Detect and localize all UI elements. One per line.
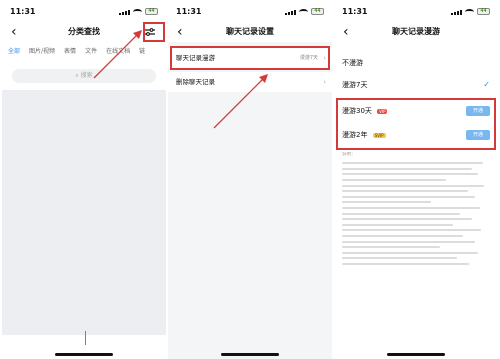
screen-chat-roaming: 11:31 44 ‹ 聊天记录漫游 不漫游 漫游7天 ✓ 漫游30天 VIP 开… — [334, 0, 498, 359]
category-tabs: 全部 图片/视频 表情 文件 在线文档 链 — [8, 46, 166, 58]
status-bar: 11:31 44 — [334, 7, 498, 17]
wifi-icon — [133, 9, 142, 15]
tab-images-videos[interactable]: 图片/视频 — [29, 46, 55, 58]
page-title: 聊天记录设置 — [226, 27, 274, 36]
highlight-box — [143, 22, 165, 42]
search-placeholder: 搜索 — [80, 72, 93, 79]
signal-icon — [285, 10, 296, 15]
nav-bar: ‹ 分类查找 — [2, 24, 166, 42]
status-bar: 11:31 44 — [168, 7, 332, 17]
tab-links[interactable]: 链 — [139, 46, 145, 58]
home-indicator — [221, 353, 279, 356]
option-label: 不漫游 — [342, 59, 363, 67]
highlight-box — [170, 46, 330, 70]
chevron-right-icon: › — [323, 78, 326, 86]
wifi-icon — [465, 9, 474, 15]
signal-icon — [119, 10, 130, 15]
status-time: 11:31 — [10, 7, 36, 16]
row-label: 删除聊天记录 — [176, 78, 215, 86]
battery-icon: 44 — [477, 8, 490, 15]
signal-icon — [451, 10, 462, 15]
screen-chat-record-settings: 11:31 44 ‹ 聊天记录设置 聊天记录漫游 漫游7天 › 删除聊天记录 › — [168, 0, 332, 359]
page-title: 聊天记录漫游 — [392, 27, 440, 36]
search-icon: ⌕ — [75, 72, 79, 79]
wifi-icon — [299, 9, 308, 15]
results-area — [2, 90, 166, 335]
status-time: 11:31 — [176, 7, 202, 16]
tab-all[interactable]: 全部 — [8, 46, 20, 58]
page-title: 分类查找 — [68, 27, 100, 36]
nav-bar: ‹ 聊天记录漫游 — [334, 24, 498, 42]
home-indicator — [55, 353, 113, 356]
search-input[interactable]: ⌕ 搜索 — [12, 69, 156, 83]
tab-online-docs[interactable]: 在线文档 — [106, 46, 130, 58]
battery-icon: 44 — [311, 8, 324, 15]
screen-category-search: 11:31 44 ‹ 分类查找 全部 图片/视频 表情 文件 在线文档 链 ⌕ … — [2, 0, 166, 359]
tab-emoji[interactable]: 表情 — [64, 46, 76, 58]
checkmark-icon: ✓ — [483, 80, 490, 89]
battery-icon: 44 — [145, 8, 158, 15]
option-no-roaming[interactable]: 不漫游 — [334, 52, 498, 74]
nav-bar: ‹ 聊天记录设置 — [168, 24, 332, 42]
text-cursor — [85, 331, 86, 345]
description-heading: 说明： — [342, 152, 356, 157]
home-indicator — [387, 353, 445, 356]
option-roaming-7-days[interactable]: 漫游7天 ✓ — [334, 74, 498, 96]
highlight-box — [336, 98, 496, 150]
row-delete-chat-records[interactable]: 删除聊天记录 › — [168, 72, 332, 92]
status-bar: 11:31 44 — [2, 7, 166, 17]
option-label: 漫游7天 — [342, 81, 368, 89]
status-time: 11:31 — [342, 7, 368, 16]
tab-files[interactable]: 文件 — [85, 46, 97, 58]
description-text: 说明： — [342, 152, 490, 343]
